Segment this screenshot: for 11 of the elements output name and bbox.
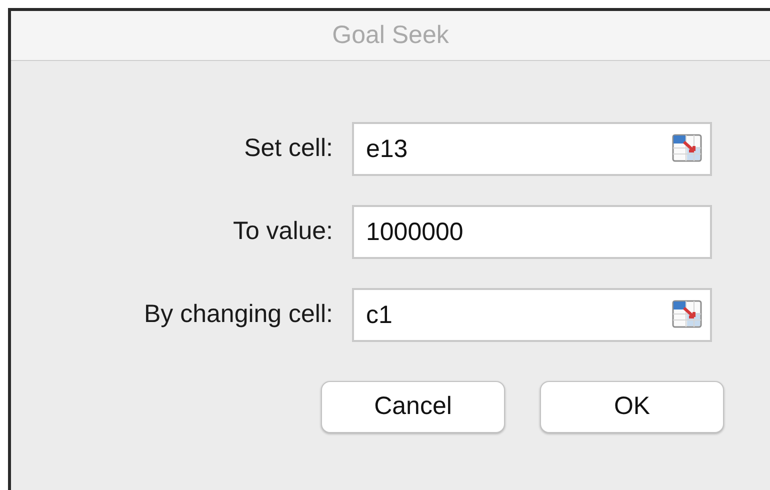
input-field[interactable]: e13: [352, 122, 712, 176]
field-label: By changing cell:: [142, 299, 333, 330]
field-label: To value:: [232, 216, 333, 248]
input-field[interactable]: c1: [352, 288, 712, 342]
window-title: Goal Seek: [332, 20, 449, 51]
input-field[interactable]: 1000000: [352, 205, 712, 259]
range-picker-icon[interactable]: [672, 134, 702, 162]
field-label: Set cell:: [243, 133, 333, 164]
range-picker-icon[interactable]: [672, 300, 702, 328]
dialog-button[interactable]: Cancel: [321, 381, 505, 433]
dialog-button[interactable]: OK: [540, 381, 724, 433]
